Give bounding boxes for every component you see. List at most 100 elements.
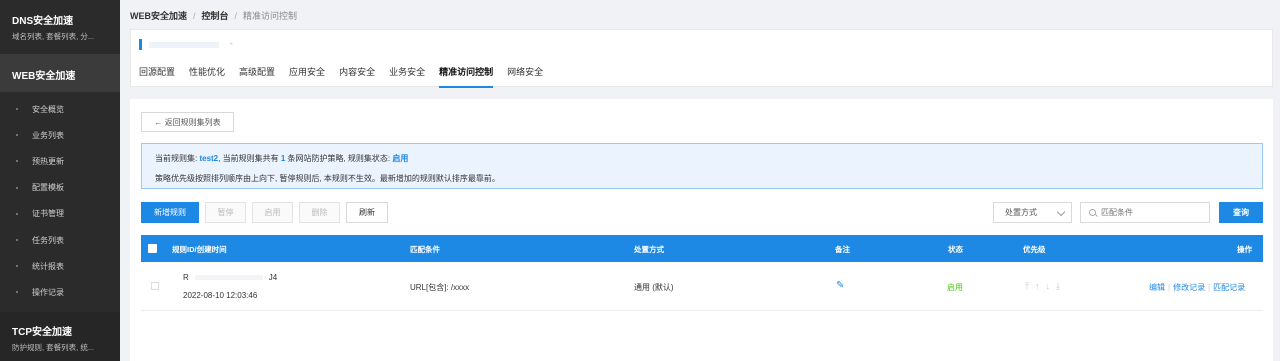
action-separator: |	[1208, 283, 1211, 292]
row-actions: 编辑 | 修改记录 | 匹配记录	[1149, 282, 1245, 293]
rule-match: URL[包含]: /xxxx	[410, 283, 470, 292]
sidebar-item-certs[interactable]: 证书管理	[0, 201, 120, 227]
tab-app-security[interactable]: 应用安全	[289, 66, 325, 88]
breadcrumb-console[interactable]: 控制台	[202, 11, 229, 21]
bullet-icon	[16, 212, 18, 215]
sidebar-item-oplog[interactable]: 操作记录	[0, 279, 120, 305]
domain-name-redacted	[149, 42, 219, 48]
domain-suffix: -	[230, 39, 233, 48]
sidebar-item-label: 安全概览	[32, 104, 64, 114]
sidebar-dns-sub: 域名列表, 套餐列表, 分...	[12, 32, 95, 41]
tab-network-security[interactable]: 网络安全	[507, 66, 543, 88]
tab-performance[interactable]: 性能优化	[189, 66, 225, 88]
sidebar-group-web[interactable]: WEB安全加速	[0, 54, 120, 92]
alert-line-2: 策略优先级按照排列顺序由上向下, 暂停规则后, 本规则不生效。最新增加的规则默认…	[155, 174, 500, 183]
sidebar-item-label: 证书管理	[32, 209, 64, 219]
search-icon	[1089, 209, 1096, 216]
tab-advanced[interactable]: 高级配置	[239, 66, 275, 88]
edit-note-icon[interactable]: ✎	[836, 280, 844, 291]
table-row: R J4 2022-08-10 12:03:46 URL[包含]: /xxxx 通…	[141, 262, 1263, 311]
bullet-icon	[16, 265, 18, 268]
modify-log-link[interactable]: 修改记录	[1173, 283, 1205, 292]
select-value: 处置方式	[1005, 208, 1037, 217]
ruleset-status: 启用	[392, 154, 409, 163]
sidebar-group-dns[interactable]: DNS安全加速 域名列表, 套餐列表, 分...	[0, 0, 120, 52]
breadcrumb-separator: /	[234, 11, 238, 21]
sidebar-item-reports[interactable]: 统计报表	[0, 253, 120, 279]
sidebar-tcp-sub: 防护规则, 套餐列表, 统...	[12, 343, 95, 352]
col-status: 状态	[948, 245, 963, 254]
domain-marker	[139, 39, 142, 50]
rule-action: 通用 (默认)	[634, 283, 674, 292]
select-all-checkbox[interactable]	[148, 244, 157, 253]
sidebar-tcp-title: TCP安全加速	[12, 327, 72, 338]
sidebar-item-label: 预热更新	[32, 156, 64, 166]
edit-link[interactable]: 编辑	[1149, 283, 1165, 292]
ruleset-name: test2	[199, 154, 219, 163]
sidebar-group-tcp[interactable]: TCP安全加速 防护规则, 套餐列表, 统...	[0, 312, 120, 361]
action-separator: |	[1168, 283, 1171, 292]
delete-button[interactable]: 删除	[299, 202, 340, 223]
search-input[interactable]	[1101, 208, 1201, 217]
enable-button[interactable]: 启用	[252, 202, 293, 223]
rules-toolbar: 新增规则 暂停 启用 删除 刷新	[141, 202, 394, 223]
rule-created-time: 2022-08-10 12:03:46	[183, 291, 258, 300]
sidebar-item-label: 业务列表	[32, 130, 64, 140]
sidebar-dns-title: DNS安全加速	[12, 16, 74, 27]
tab-business-security[interactable]: 业务安全	[389, 66, 425, 88]
col-priority: 优先级	[1023, 245, 1046, 254]
rules-table: 规则ID/创建时间 匹配条件 处置方式 备注 状态 优先级 操作 R J4 202…	[141, 235, 1263, 311]
tab-access-control[interactable]: 精准访问控制	[439, 66, 494, 88]
bullet-icon	[16, 186, 18, 189]
match-log-link[interactable]: 匹配记录	[1213, 283, 1245, 292]
breadcrumb-root[interactable]: WEB安全加速	[130, 11, 187, 21]
new-rule-button[interactable]: 新增规则	[141, 202, 199, 223]
sidebar-item-label: 配置模板	[32, 183, 64, 193]
sidebar-item-label: 任务列表	[32, 235, 64, 245]
sidebar-item-preheat[interactable]: 预热更新	[0, 148, 120, 174]
breadcrumb-separator: /	[193, 11, 196, 21]
domain-header-card: - 回源配置 性能优化 高级配置 应用安全 内容安全 业务安全 精准访问控制 网…	[130, 29, 1273, 88]
ruleset-info-alert: 当前规则集: test2, 当前规则集共有 1 条网站防护策略, 规则集状态: …	[141, 143, 1263, 189]
sidebar-menu: 安全概览 业务列表 预热更新 配置模板 证书管理 任务列表 统计报表 操作记录	[0, 96, 120, 306]
sidebar-item-label: 统计报表	[32, 261, 64, 271]
back-to-ruleset-button[interactable]: ← 返回规则集列表	[141, 112, 234, 132]
pause-button[interactable]: 暂停	[205, 202, 246, 223]
rule-id-redacted	[194, 275, 263, 281]
rule-status: 启用	[947, 283, 963, 292]
rule-id-prefix: R	[183, 273, 189, 282]
col-ops: 操作	[1237, 245, 1252, 254]
sidebar-item-templates[interactable]: 配置模板	[0, 175, 120, 201]
match-search-box[interactable]	[1080, 202, 1210, 223]
col-match: 匹配条件	[410, 245, 440, 254]
rule-id: R J4	[183, 273, 277, 282]
query-button[interactable]: 查询	[1219, 202, 1263, 223]
alert-text: 当前规则集:	[155, 154, 200, 163]
bullet-icon	[16, 291, 18, 294]
action-filter-select[interactable]: 处置方式	[993, 202, 1072, 223]
tab-origin[interactable]: 回源配置	[139, 66, 175, 88]
table-header: 规则ID/创建时间 匹配条件 处置方式 备注 状态 优先级 操作	[141, 235, 1263, 262]
priority-arrows-icon[interactable]: ⤒↑↓⤓	[1025, 281, 1066, 292]
sidebar-item-business[interactable]: 业务列表	[0, 122, 120, 148]
config-tabs: 回源配置 性能优化 高级配置 应用安全 内容安全 业务安全 精准访问控制 网络安…	[139, 66, 557, 88]
sidebar-item-overview[interactable]: 安全概览	[0, 96, 120, 122]
breadcrumb: WEB安全加速 / 控制台 / 精准访问控制	[130, 9, 297, 22]
sidebar: DNS安全加速 域名列表, 套餐列表, 分... WEB安全加速 安全概览 业务…	[0, 0, 120, 361]
sidebar-item-label: 操作记录	[32, 287, 64, 297]
sidebar-item-tasks[interactable]: 任务列表	[0, 227, 120, 253]
chevron-down-icon	[1056, 207, 1066, 217]
rules-panel: ← 返回规则集列表 当前规则集: test2, 当前规则集共有 1 条网站防护策…	[130, 99, 1273, 361]
col-note: 备注	[835, 245, 850, 254]
bullet-icon	[16, 108, 18, 111]
rule-id-suffix: J4	[268, 273, 278, 282]
breadcrumb-current: 精准访问控制	[243, 11, 298, 21]
tab-content-security[interactable]: 内容安全	[339, 66, 375, 88]
refresh-button[interactable]: 刷新	[346, 202, 388, 223]
row-checkbox[interactable]	[151, 282, 159, 290]
col-id: 规则ID/创建时间	[172, 245, 227, 254]
alert-line-1: 当前规则集: test2, 当前规则集共有 1 条网站防护策略, 规则集状态: …	[155, 153, 1249, 164]
bullet-icon	[16, 160, 18, 163]
bullet-icon	[16, 134, 18, 137]
alert-text: 条网站防护策略, 规则集状态:	[285, 154, 393, 163]
